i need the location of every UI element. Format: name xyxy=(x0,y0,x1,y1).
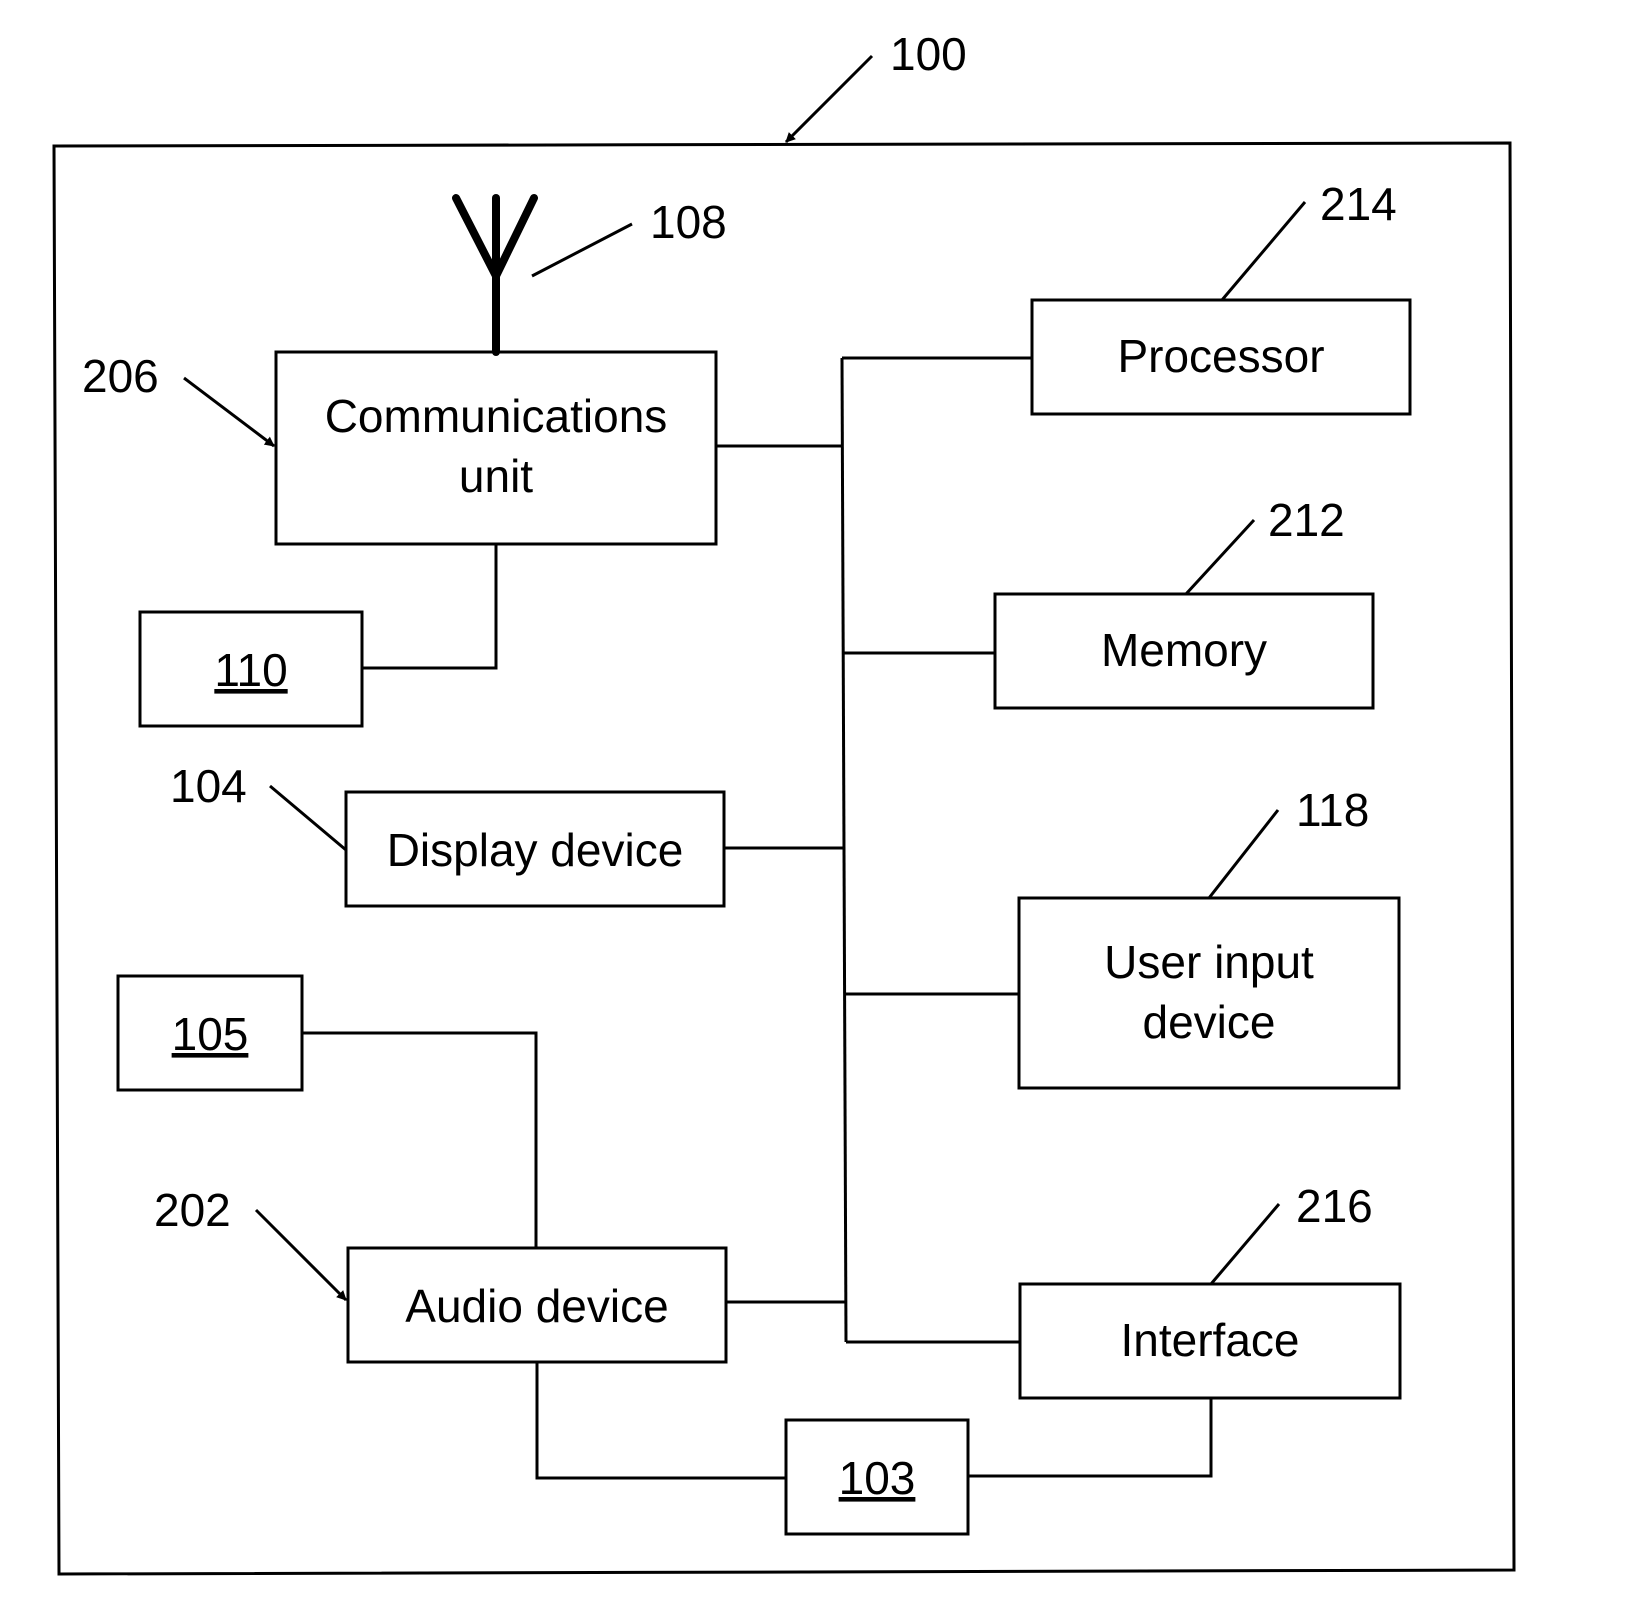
box-110-label: 110 xyxy=(214,644,287,696)
audio-device-label: Audio device xyxy=(405,1280,668,1332)
arrow-206 xyxy=(183,376,275,448)
ref-104: 104 xyxy=(170,760,247,812)
comm-to-110 xyxy=(362,544,498,670)
leader-216 xyxy=(1209,1203,1281,1285)
processor-label: Processor xyxy=(1117,330,1324,382)
comm-unit-label-line2: unit xyxy=(459,450,533,502)
ref-202: 202 xyxy=(154,1184,231,1236)
ref-100: 100 xyxy=(890,28,967,80)
box-103-label: 103 xyxy=(839,1452,916,1504)
block-diagram: 100 108 206 214 212 104 118 202 216 Comm… xyxy=(52,28,1516,1576)
ref-216: 216 xyxy=(1296,1180,1373,1232)
ref-118: 118 xyxy=(1296,784,1369,836)
userinput-label-line2: device xyxy=(1143,996,1276,1048)
leader-214 xyxy=(1220,201,1307,301)
leader-212 xyxy=(1184,518,1256,596)
ref-212: 212 xyxy=(1268,494,1345,546)
ref-108: 108 xyxy=(650,196,727,248)
arrow-100 xyxy=(784,54,874,144)
audio-to-103 xyxy=(535,1362,786,1480)
interface-label: Interface xyxy=(1121,1314,1300,1366)
ref-206: 206 xyxy=(82,350,159,402)
arrow-202 xyxy=(254,1208,348,1302)
ref-214: 214 xyxy=(1320,178,1397,230)
userinput-label-line1: User input xyxy=(1104,936,1314,988)
leader-118 xyxy=(1207,809,1280,899)
bus-line xyxy=(840,357,848,1343)
comm-unit-label-line1: Communications xyxy=(325,390,668,442)
display-device-label: Display device xyxy=(387,824,684,876)
105-to-audio xyxy=(302,1031,538,1248)
leader-108 xyxy=(531,222,633,278)
antenna-icon xyxy=(452,194,538,356)
box-105-label: 105 xyxy=(172,1008,249,1060)
comm-unit-box xyxy=(274,350,718,546)
memory-label: Memory xyxy=(1101,624,1267,676)
userinput-box xyxy=(1017,896,1401,1090)
103-to-interface xyxy=(968,1398,1213,1478)
leader-104 xyxy=(269,784,347,852)
